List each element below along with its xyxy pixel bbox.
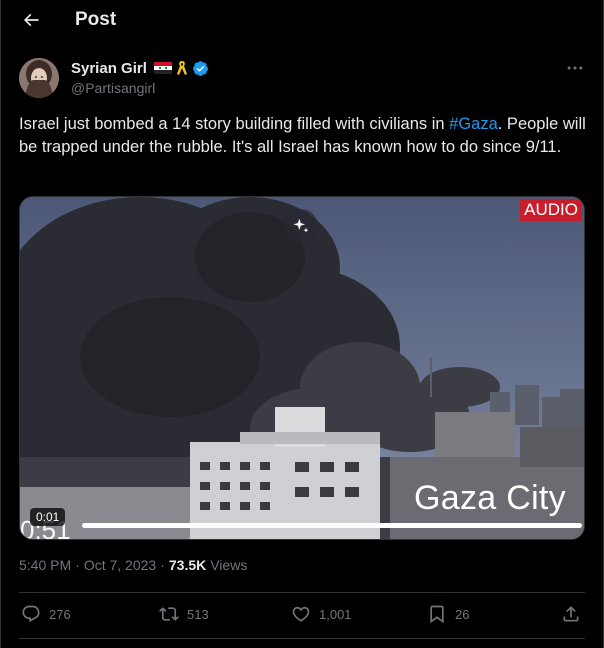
- tweet-text: Israel just bombed a 14 story building f…: [19, 113, 589, 159]
- audio-badge: AUDIO: [520, 199, 582, 221]
- reply-icon: [22, 605, 40, 623]
- repost-icon: [159, 607, 179, 621]
- reply-button[interactable]: 276: [21, 604, 71, 624]
- yellow-ribbon-icon: [176, 61, 187, 75]
- like-count: 1,001: [319, 606, 352, 622]
- heart-icon: [292, 606, 310, 622]
- author-display-name[interactable]: Syrian Girl: [71, 60, 147, 77]
- divider-bottom: [19, 638, 585, 639]
- post-meta: 5:40 PM · Oct 7, 2023 · 73.5K Views: [19, 557, 247, 573]
- syria-flag-icon: [153, 62, 172, 74]
- video-caption: Gaza City: [414, 479, 566, 517]
- bookmark-button[interactable]: 26: [427, 604, 469, 624]
- page-header: Post: [1, 0, 604, 40]
- bookmark-icon: [430, 605, 444, 624]
- avatar-image: [19, 58, 59, 98]
- meta-separator: ·: [75, 557, 80, 573]
- views-count: 73.5K: [168, 557, 207, 573]
- meta-separator-2: ·: [160, 557, 165, 573]
- grok-sparkle-button[interactable]: [284, 209, 318, 243]
- video-player[interactable]: AUDIO Gaza City 0:51 0:01: [19, 196, 585, 540]
- avatar[interactable]: [19, 58, 59, 98]
- hashtag-link[interactable]: #Gaza: [449, 115, 498, 133]
- author-name-row: Syrian Girl: [71, 58, 209, 78]
- more-options-button[interactable]: [563, 58, 587, 78]
- back-button[interactable]: [17, 6, 45, 34]
- more-dots-icon: [567, 66, 583, 70]
- post-time[interactable]: 5:40 PM: [19, 557, 71, 573]
- reply-count: 276: [49, 606, 71, 622]
- action-bar: 276 513 1,001 26: [19, 594, 585, 638]
- share-button[interactable]: [561, 604, 581, 624]
- repost-button[interactable]: 513: [159, 604, 209, 624]
- tweet-text-before: Israel just bombed a 14 story building f…: [19, 115, 450, 133]
- arrow-left-icon: [23, 13, 39, 27]
- repost-count: 513: [187, 606, 209, 622]
- video-progress-bar[interactable]: [82, 523, 582, 528]
- divider-top: [19, 592, 585, 593]
- like-button[interactable]: 1,001: [291, 604, 352, 624]
- post-date[interactable]: Oct 7, 2023: [84, 557, 156, 573]
- elapsed-time-badge: 0:01: [30, 508, 66, 526]
- bookmark-count: 26: [455, 606, 470, 622]
- post-page: Post Syrian Girl @Partisangirl Israel ju…: [0, 0, 604, 648]
- page-title: Post: [75, 9, 117, 30]
- verified-badge-icon: [192, 60, 208, 76]
- views-label: Views: [210, 557, 248, 573]
- sparkle-icon: [293, 218, 309, 233]
- share-icon: [563, 606, 579, 622]
- author-handle[interactable]: @Partisangirl: [71, 80, 155, 96]
